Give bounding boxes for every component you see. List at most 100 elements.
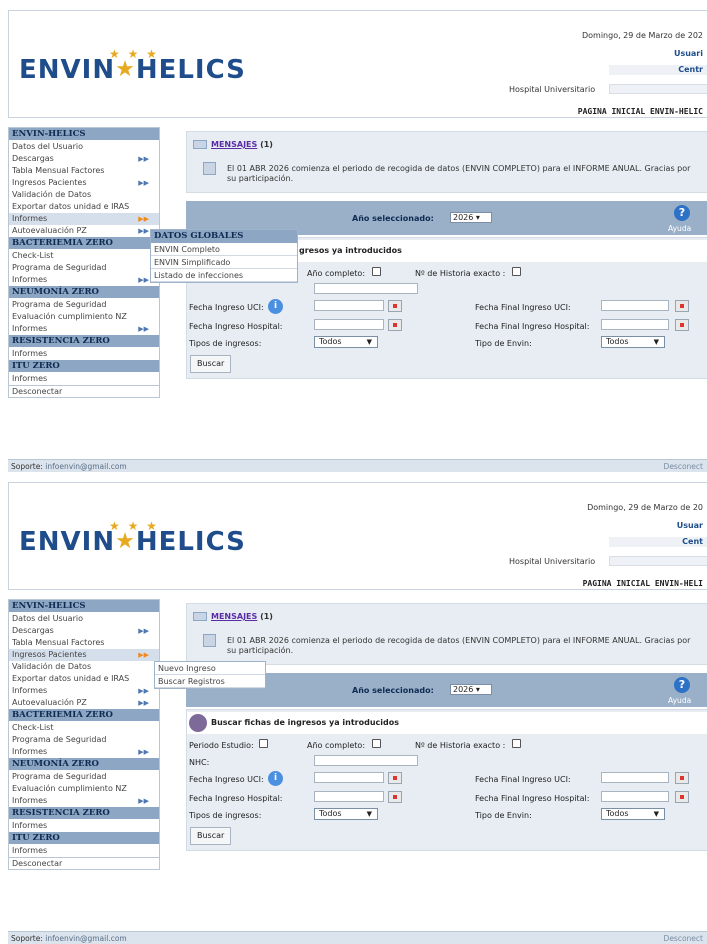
search-button[interactable]: Buscar xyxy=(190,355,232,373)
sidebar-item-ingresos-pacientes[interactable]: Ingresos Pacientes ▶▶ xyxy=(9,177,159,189)
sidebar-item-informes-rz[interactable]: Informes xyxy=(9,820,159,832)
hosp-date-label: Fecha Ingreso Hospital: xyxy=(189,322,283,331)
year-complete-checkbox[interactable] xyxy=(372,739,381,748)
sidebar-item-tabla-mensual[interactable]: Tabla Mensual Factores xyxy=(9,637,159,649)
icu-date-input[interactable] xyxy=(314,300,384,311)
help-label[interactable]: Ayuda xyxy=(668,696,691,705)
help-label[interactable]: Ayuda xyxy=(668,224,691,233)
calendar-icon[interactable] xyxy=(675,300,689,312)
messages-panel: MENSAJES (1) El 01 ABR 2026 comienza el … xyxy=(186,131,707,193)
types-select[interactable]: Todos ▼ xyxy=(314,336,378,348)
help-icon[interactable]: ? xyxy=(674,205,690,221)
sidebar-item-informes-rz[interactable]: Informes xyxy=(9,348,159,360)
footer-logout[interactable]: Desconect xyxy=(664,462,703,471)
submenu-arrow-icon: ▶▶ xyxy=(138,155,149,163)
icu-end-input[interactable] xyxy=(601,300,669,311)
sidebar-item-autoevaluacion[interactable]: Autoevaluación PZ ▶▶ xyxy=(9,225,159,237)
user-label: Usuari xyxy=(673,49,703,58)
flyout-item-listado-infecciones[interactable]: Listado de infecciones xyxy=(151,269,297,282)
calendar-icon[interactable] xyxy=(388,300,402,312)
sidebar-item-tabla-mensual[interactable]: Tabla Mensual Factores xyxy=(9,165,159,177)
history-exact-checkbox[interactable] xyxy=(512,739,521,748)
sidebar-item-validacion[interactable]: Validación de Datos xyxy=(9,661,159,673)
sidebar-item-evaluacion-nz[interactable]: Evaluación cumplimiento NZ xyxy=(9,311,159,323)
sidebar-item-ingresos-pacientes[interactable]: Ingresos Pacientes ▶▶ xyxy=(9,649,159,661)
sidebar-item-informes-nz[interactable]: Informes ▶▶ xyxy=(9,323,159,335)
sidebar-item-exportar[interactable]: Exportar datos unidad e IRAS xyxy=(9,201,159,213)
sidebar-item-label: Informes xyxy=(12,324,48,333)
messages-link[interactable]: MENSAJES xyxy=(211,612,257,621)
types-label: Tipos de ingresos: xyxy=(189,811,262,820)
nhc-input[interactable] xyxy=(314,283,418,294)
messages-panel: MENSAJES (1) El 01 ABR 2026 comienza el … xyxy=(186,603,707,665)
sidebar-logout[interactable]: Desconectar xyxy=(9,385,159,397)
sidebar-item-programa-seguridad-nz[interactable]: Programa de Seguridad xyxy=(9,771,159,783)
messages-link[interactable]: MENSAJES xyxy=(211,140,257,149)
calendar-icon[interactable] xyxy=(388,772,402,784)
support-email[interactable]: infoenvin@gmail.com xyxy=(45,934,126,943)
sidebar-item-informes[interactable]: Informes ▶▶ xyxy=(9,213,159,225)
sidebar-item-informes-bz[interactable]: Informes ▶▶ xyxy=(9,746,159,758)
nhc-input[interactable] xyxy=(314,755,418,766)
sidebar-item-autoevaluacion[interactable]: Autoevaluación PZ ▶▶ xyxy=(9,697,159,709)
sidebar-item-check-list[interactable]: Check-List xyxy=(9,722,159,734)
envin-helics-logo[interactable]: ENVIN★HELICS xyxy=(19,55,246,85)
year-complete-label: Año completo: xyxy=(307,269,366,278)
sidebar-logout[interactable]: Desconectar xyxy=(9,857,159,869)
hosp-date-input[interactable] xyxy=(314,791,384,802)
search-button[interactable]: Buscar xyxy=(190,827,232,845)
screenshot-2: ★ ★ ★ ENVIN★HELICS Domingo, 29 de Marzo … xyxy=(0,472,707,944)
types-select[interactable]: Todos ▼ xyxy=(314,808,378,820)
calendar-icon[interactable] xyxy=(675,319,689,331)
submenu-arrow-icon: ▶▶ xyxy=(138,699,149,707)
sidebar-item-descargas[interactable]: Descargas ▶▶ xyxy=(9,625,159,637)
sidebar-item-check-list[interactable]: Check-List xyxy=(9,250,159,262)
sidebar-item-datos-usuario[interactable]: Datos del Usuario xyxy=(9,141,159,153)
sidebar-item-informes-bz[interactable]: Informes ▶▶ xyxy=(9,274,159,286)
icu-end-input[interactable] xyxy=(601,772,669,783)
sidebar-section-resistencia: RESISTENCIA ZERO xyxy=(9,807,159,820)
flyout-item-envin-completo[interactable]: ENVIN Completo xyxy=(151,243,297,256)
flyout-item-envin-simplificado[interactable]: ENVIN Simplificado xyxy=(151,256,297,269)
sidebar-item-programa-seguridad[interactable]: Programa de Seguridad xyxy=(9,262,159,274)
sidebar-section-itu: ITU ZERO xyxy=(9,360,159,373)
hosp-date-input[interactable] xyxy=(314,319,384,330)
help-icon[interactable]: ? xyxy=(674,677,690,693)
sidebar-item-programa-seguridad[interactable]: Programa de Seguridad xyxy=(9,734,159,746)
sidebar-item-informes-itu[interactable]: Informes xyxy=(9,373,159,385)
calendar-icon[interactable] xyxy=(675,791,689,803)
sidebar-item-validacion[interactable]: Validación de Datos xyxy=(9,189,159,201)
sidebar-item-programa-seguridad-nz[interactable]: Programa de Seguridad xyxy=(9,299,159,311)
footer-logout[interactable]: Desconect xyxy=(664,934,703,943)
year-select[interactable]: 2026 ▾ xyxy=(450,684,492,695)
envin-type-select[interactable]: Todos ▼ xyxy=(601,808,665,820)
sidebar-item-descargas[interactable]: Descargas ▶▶ xyxy=(9,153,159,165)
sidebar-item-informes[interactable]: Informes ▶▶ xyxy=(9,685,159,697)
info-icon[interactable]: i xyxy=(268,771,283,786)
icu-date-input[interactable] xyxy=(314,772,384,783)
support-label: Soporte: xyxy=(11,462,43,471)
calendar-icon[interactable] xyxy=(388,319,402,331)
hosp-end-input[interactable] xyxy=(601,319,669,330)
calendar-icon[interactable] xyxy=(675,772,689,784)
sidebar-item-exportar[interactable]: Exportar datos unidad e IRAS xyxy=(9,673,159,685)
page-header: ★ ★ ★ ENVIN★HELICS Domingo, 29 de Marzo … xyxy=(8,482,707,590)
hosp-end-input[interactable] xyxy=(601,791,669,802)
sidebar-item-datos-usuario[interactable]: Datos del Usuario xyxy=(9,613,159,625)
sidebar-item-informes-nz[interactable]: Informes ▶▶ xyxy=(9,795,159,807)
flyout-item-buscar-registros[interactable]: Buscar Registros xyxy=(155,675,265,688)
info-icon[interactable]: i xyxy=(268,299,283,314)
flyout-item-nuevo-ingreso[interactable]: Nuevo Ingreso xyxy=(155,662,265,675)
support-email[interactable]: infoenvin@gmail.com xyxy=(45,462,126,471)
envin-type-select[interactable]: Todos ▼ xyxy=(601,336,665,348)
year-label: Año seleccionado: xyxy=(352,214,434,223)
year-complete-checkbox[interactable] xyxy=(372,267,381,276)
calendar-icon[interactable] xyxy=(388,791,402,803)
year-select[interactable]: 2026 ▾ xyxy=(450,212,492,223)
envin-helics-logo[interactable]: ENVIN★HELICS xyxy=(19,527,246,557)
sidebar-item-informes-itu[interactable]: Informes xyxy=(9,845,159,857)
period-checkbox[interactable] xyxy=(259,739,268,748)
sidebar-item-label: Descargas xyxy=(12,154,54,163)
sidebar-item-evaluacion-nz[interactable]: Evaluación cumplimiento NZ xyxy=(9,783,159,795)
history-exact-checkbox[interactable] xyxy=(512,267,521,276)
